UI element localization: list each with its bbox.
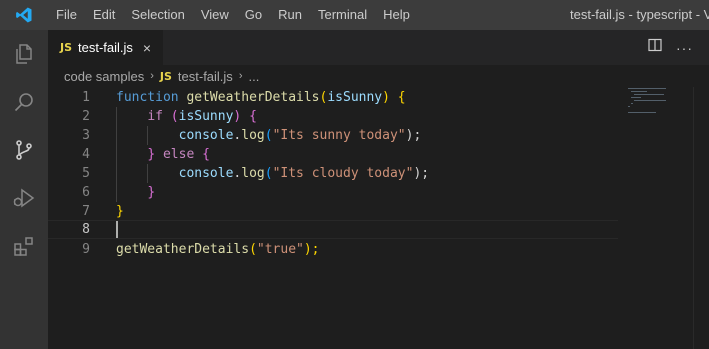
- minimap[interactable]: [628, 87, 678, 117]
- vscode-logo-icon: [0, 0, 48, 30]
- text-cursor: [116, 221, 118, 238]
- code-line: 4 } else {: [48, 145, 618, 164]
- breadcrumb-more[interactable]: ...: [248, 69, 259, 84]
- line-number: 7: [82, 204, 90, 219]
- menu-edit[interactable]: Edit: [85, 0, 123, 30]
- line-number: 4: [82, 147, 90, 162]
- chevron-right-icon: ›: [150, 70, 154, 82]
- code-text: console.log("Its cloudy today");: [178, 166, 430, 181]
- minimap-line: [634, 94, 664, 95]
- code-line: 2 if (isSunny) {: [48, 107, 618, 126]
- vertical-scrollbar[interactable]: [693, 87, 709, 349]
- line-number: 9: [82, 242, 90, 257]
- split-editor-icon[interactable]: [648, 38, 662, 57]
- code-text: function getWeatherDetails(isSunny) {: [116, 90, 406, 105]
- activity-bar: [0, 30, 48, 349]
- tab-test-fail-js[interactable]: JS test-fail.js ×: [48, 30, 163, 65]
- tab-bar: JS test-fail.js × ···: [48, 30, 709, 65]
- menu-terminal[interactable]: Terminal: [310, 0, 375, 30]
- menu-help[interactable]: Help: [375, 0, 418, 30]
- code-text: console.log("Its sunny today");: [178, 128, 422, 143]
- menu-go[interactable]: Go: [237, 0, 270, 30]
- menu-file[interactable]: File: [48, 0, 85, 30]
- line-number: 6: [82, 185, 90, 200]
- code-line: 1 function getWeatherDetails(isSunny) {: [48, 88, 618, 107]
- js-file-icon: JS: [60, 41, 73, 54]
- code-line: 3 console.log("Its sunny today");: [48, 126, 618, 145]
- editor-actions: ···: [648, 30, 693, 65]
- menu-selection[interactable]: Selection: [123, 0, 192, 30]
- menu-bar: File Edit Selection View Go Run Terminal…: [48, 0, 418, 30]
- minimap-line: [628, 112, 656, 113]
- close-tab-icon[interactable]: ×: [143, 40, 151, 56]
- code-editor[interactable]: 1 function getWeatherDetails(isSunny) { …: [48, 87, 693, 349]
- js-file-icon: JS: [159, 69, 172, 83]
- source-control-icon[interactable]: [0, 126, 48, 174]
- code-text: if (isSunny) {: [147, 109, 257, 124]
- code-text: getWeatherDetails("true");: [116, 242, 320, 257]
- breadcrumb-file[interactable]: test-fail.js: [178, 69, 233, 84]
- code-line: 7 }: [48, 202, 618, 221]
- more-actions-icon[interactable]: ···: [676, 40, 693, 56]
- code-text: } else {: [147, 147, 210, 162]
- code-line: 5 console.log("Its cloudy today");: [48, 164, 618, 183]
- minimap-line: [631, 103, 633, 104]
- line-number: 5: [82, 166, 90, 181]
- search-icon[interactable]: [0, 78, 48, 126]
- minimap-line: [634, 100, 666, 101]
- explorer-icon[interactable]: [0, 30, 48, 78]
- title-bar: File Edit Selection View Go Run Terminal…: [0, 0, 709, 30]
- minimap-line: [631, 91, 647, 92]
- code-line: 9 getWeatherDetails("true");: [48, 240, 618, 259]
- window-title: test-fail.js - typescript - Visual: [570, 7, 709, 22]
- code-text: }: [116, 204, 124, 219]
- run-debug-icon[interactable]: [0, 174, 48, 222]
- minimap-line: [628, 88, 666, 89]
- line-number: 3: [82, 128, 90, 143]
- breadcrumb: code samples › JS test-fail.js › ...: [48, 65, 709, 87]
- code-line-current: 8: [48, 220, 618, 239]
- code-text: }: [147, 185, 156, 200]
- extensions-icon[interactable]: [0, 222, 48, 270]
- line-number: 1: [82, 90, 90, 105]
- menu-view[interactable]: View: [193, 0, 237, 30]
- minimap-line: [628, 106, 630, 107]
- menu-run[interactable]: Run: [270, 0, 310, 30]
- tab-label: test-fail.js: [78, 40, 133, 55]
- code-line: 6 }: [48, 183, 618, 202]
- minimap-line: [631, 97, 641, 98]
- chevron-right-icon: ›: [238, 70, 243, 82]
- line-number: 2: [82, 109, 90, 124]
- breadcrumb-folder[interactable]: code samples: [64, 69, 144, 84]
- line-number: 8: [82, 222, 90, 237]
